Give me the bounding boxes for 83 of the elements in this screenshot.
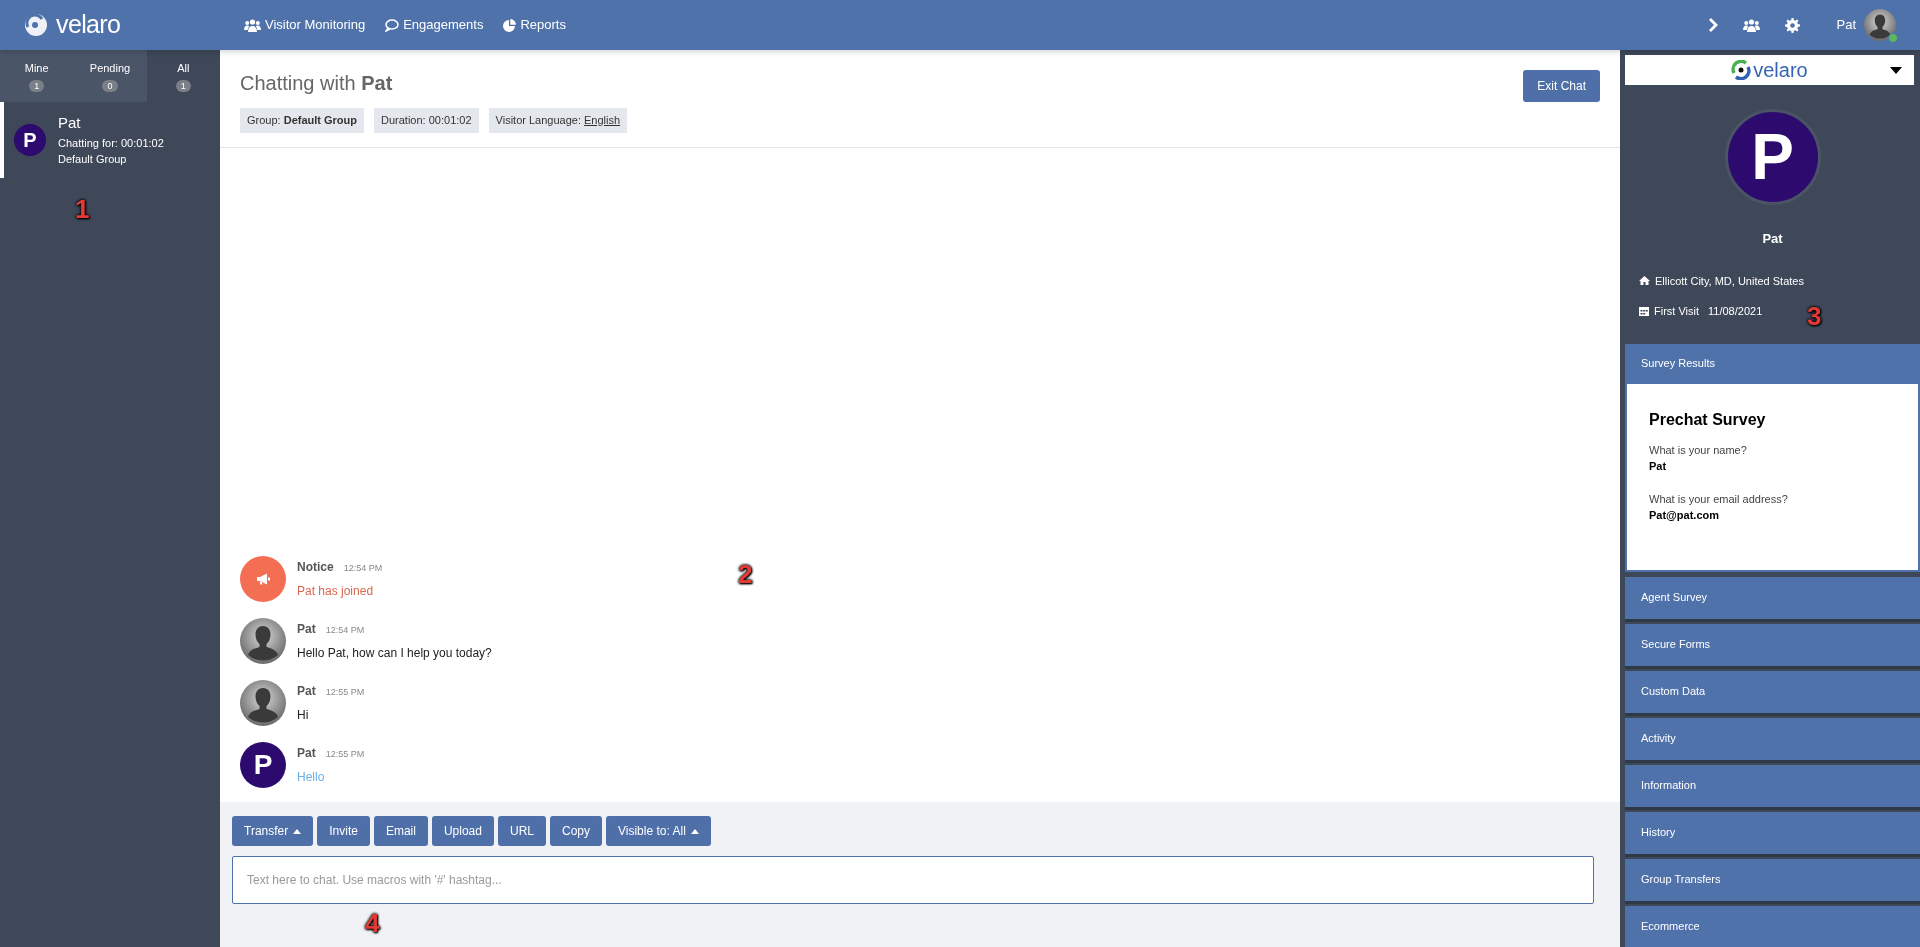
first-visit-date: 11/08/2021 — [1708, 304, 1763, 319]
exit-chat-button[interactable]: Exit Chat — [1523, 70, 1600, 102]
message-time: 12:55 PM — [325, 748, 365, 761]
visitor-name: Pat — [1762, 230, 1783, 248]
agent-avatar — [240, 618, 286, 664]
users-icon — [244, 18, 261, 32]
message-author: Pat — [297, 621, 316, 638]
accordion-header[interactable]: Agent Survey — [1625, 576, 1920, 619]
home-icon — [1639, 276, 1650, 286]
visitor-location: Ellicott City, MD, United States — [1655, 273, 1804, 289]
accordion-header[interactable]: Group Transfers — [1625, 858, 1920, 901]
toolbar-button[interactable]: URL — [497, 816, 546, 846]
filter-tab[interactable]: Pending 0 — [73, 50, 147, 102]
speech-bubble-icon — [385, 18, 400, 32]
message-time: 12:55 PM — [325, 686, 365, 699]
callout-number: 4 — [365, 907, 380, 940]
logo-icon — [24, 13, 48, 37]
brand-selector[interactable]: velaro — [1625, 55, 1914, 85]
survey-question: What is your email address? — [1649, 491, 1789, 507]
message-text: Pat has joined — [297, 583, 375, 600]
accordion-header[interactable]: History — [1625, 811, 1920, 854]
nav-link[interactable]: Visitor Monitoring — [244, 15, 366, 35]
logo-icon — [1731, 60, 1752, 80]
brand-name: velaro — [1753, 58, 1808, 83]
chat-input-field[interactable]: Text here to chat. Use macros with '#' hashtag... — [232, 856, 1594, 904]
pie-chart-icon — [503, 18, 517, 32]
survey-answer: Pat — [1649, 459, 1668, 474]
first-visit-label: First Visit — [1654, 304, 1700, 319]
chat-duration: Chatting for: 00:01:02 — [58, 135, 164, 151]
users-icon[interactable] — [1742, 18, 1762, 32]
nav-link[interactable]: Engagements — [385, 15, 484, 35]
caret-down-icon — [1890, 66, 1902, 74]
logo-text: velaro — [56, 9, 121, 41]
agent-avatar — [240, 680, 286, 726]
toolbar-button[interactable]: Upload — [431, 816, 494, 846]
count-badge: 1 — [175, 80, 191, 93]
user-name[interactable]: Pat — [1836, 15, 1856, 35]
message-author: Pat — [297, 683, 316, 700]
accordion-header[interactable]: Survey Results — [1625, 343, 1920, 384]
message-author: Pat — [297, 745, 316, 762]
toolbar-button[interactable]: Transfer — [232, 816, 314, 846]
filter-tab[interactable]: Mine 1 — [0, 50, 74, 102]
callout-number: 2 — [738, 558, 753, 591]
callout-number: 3 — [1807, 300, 1822, 333]
accordion-header[interactable]: Custom Data — [1625, 670, 1920, 713]
callout-number: 1 — [75, 193, 90, 226]
info-tag: Group: Default Group — [240, 108, 365, 133]
user-avatar[interactable] — [1864, 9, 1896, 41]
message-time: 12:54 PM — [343, 562, 383, 575]
accordion-header[interactable]: Secure Forms — [1625, 623, 1920, 666]
info-tag: Visitor Language: English — [488, 108, 628, 133]
language-link[interactable]: English — [584, 114, 621, 126]
survey-question: What is your name? — [1649, 442, 1748, 458]
info-tag: Duration: 00:01:02 — [374, 108, 479, 133]
megaphone-icon — [256, 573, 270, 585]
visitor-avatar: P — [240, 742, 286, 788]
survey-title: Prechat Survey — [1649, 409, 1767, 430]
chevron-right-icon[interactable] — [1708, 18, 1719, 32]
caret-up-icon — [690, 828, 699, 834]
accordion-header[interactable]: Information — [1625, 764, 1920, 807]
message-time: 12:54 PM — [325, 624, 365, 637]
visitor-name: Pat — [58, 113, 82, 133]
caret-up-icon — [293, 828, 302, 834]
accordion-header[interactable]: Ecommerce — [1625, 905, 1920, 947]
calendar-icon — [1639, 306, 1649, 317]
visitor-avatar: P — [1724, 109, 1821, 205]
chat-group: Default Group — [58, 151, 164, 168]
toolbar-button[interactable]: Copy — [550, 816, 602, 846]
message-text: Hi — [297, 707, 310, 724]
settings-icon[interactable] — [1785, 17, 1801, 33]
count-badge: 0 — [102, 80, 118, 93]
toolbar-button[interactable]: Email — [373, 816, 428, 846]
message-text: Hello Pat, how can I help you today? — [297, 645, 492, 662]
message-text: Hello — [297, 769, 326, 786]
visitor-avatar: P — [14, 123, 46, 156]
chat-title: Chatting with Pat — [240, 71, 394, 96]
accordion-header[interactable]: Activity — [1625, 717, 1920, 760]
count-badge: 1 — [29, 80, 45, 93]
nav-link[interactable]: Reports — [503, 15, 566, 35]
survey-answer: Pat@pat.com — [1649, 508, 1721, 523]
toolbar-button[interactable]: Visible to: All — [606, 816, 711, 846]
message-author: Notice — [297, 559, 334, 576]
toolbar-button[interactable]: Invite — [317, 816, 370, 846]
